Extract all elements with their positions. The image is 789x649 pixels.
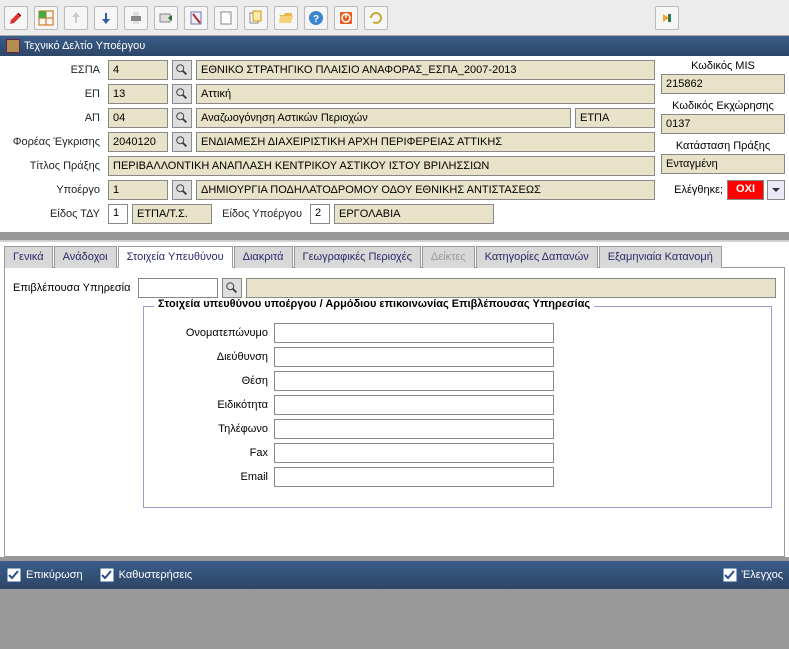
ypoergo-lookup[interactable] bbox=[172, 180, 192, 200]
pos-input[interactable] bbox=[274, 371, 554, 391]
name-input[interactable] bbox=[274, 323, 554, 343]
epivlepousa-desc bbox=[246, 278, 776, 298]
email-input[interactable] bbox=[274, 467, 554, 487]
ekx-value: 0137 bbox=[661, 114, 785, 134]
tab-geo[interactable]: Γεωγραφικές Περιοχές bbox=[294, 246, 421, 268]
addr-label: Διεύθυνση bbox=[154, 351, 274, 363]
mis-label: Κωδικός MIS bbox=[661, 60, 785, 72]
eidos-tdy-desc: ΕΤΠΑ/Τ.Σ. bbox=[132, 204, 212, 224]
power-icon[interactable] bbox=[334, 6, 358, 30]
tab-dapanes[interactable]: Κατηγορίες Δαπανών bbox=[476, 246, 598, 268]
check-button[interactable]: Έλεγχος bbox=[722, 567, 783, 583]
addr-input[interactable] bbox=[274, 347, 554, 367]
title-label: Τίτλος Πράξης bbox=[4, 160, 104, 172]
epivlepousa-code[interactable] bbox=[138, 278, 218, 298]
name-label: Ονοματεπώνυμο bbox=[154, 327, 274, 339]
ap-desc: Αναζωογόνηση Αστικών Περιοχών bbox=[196, 108, 571, 128]
responsible-fieldset: Στοιχεία υπευθύνου υποέργου / Αρμόδιου ε… bbox=[143, 306, 772, 508]
status-label: Κατάσταση Πράξης bbox=[661, 140, 785, 152]
note-icon[interactable] bbox=[184, 6, 208, 30]
eidos-yp-desc: ΕΡΓΟΛΑΒΙΑ bbox=[334, 204, 494, 224]
ap-label: ΑΠ bbox=[4, 112, 104, 124]
eidos-tdy-code[interactable]: 1 bbox=[108, 204, 128, 224]
tel-label: Τηλέφωνο bbox=[154, 423, 274, 435]
delays-button[interactable]: Καθυστερήσεις bbox=[99, 567, 193, 583]
email-label: Email bbox=[154, 471, 274, 483]
foreas-label: Φορέας Έγκρισης bbox=[4, 136, 104, 148]
ep-desc: Αττική bbox=[196, 84, 655, 104]
validate-label: Επικύρωση bbox=[26, 569, 83, 581]
window-title: Τεχνικό Δελτίο Υποέργου bbox=[24, 40, 145, 52]
epivlepousa-lookup[interactable] bbox=[222, 278, 242, 298]
tab-strip: Γενικά Ανάδοχοι Στοιχεία Υπευθύνου Διακρ… bbox=[0, 246, 789, 268]
help-icon[interactable]: ? bbox=[304, 6, 328, 30]
ap-fund: ΕΤΠΑ bbox=[575, 108, 655, 128]
ypoergo-label: Υποέργο bbox=[4, 184, 104, 196]
ypoergo-code: 1 bbox=[108, 180, 168, 200]
ap-code: 04 bbox=[108, 108, 168, 128]
espa-lookup[interactable] bbox=[172, 60, 192, 80]
download-icon[interactable] bbox=[94, 6, 118, 30]
eidos-yp-code[interactable]: 2 bbox=[310, 204, 330, 224]
validate-button[interactable]: Επικύρωση bbox=[6, 567, 83, 583]
fax-input[interactable] bbox=[274, 443, 554, 463]
window-title-bar: Τεχνικό Δελτίο Υποέργου bbox=[0, 36, 789, 56]
delays-label: Καθυστερήσεις bbox=[119, 569, 193, 581]
epivlepousa-label: Επιβλέπουσα Υπηρεσία bbox=[13, 282, 134, 294]
ep-code: 13 bbox=[108, 84, 168, 104]
tab-deiktes[interactable]: Δείκτες bbox=[422, 246, 475, 268]
espa-label: ΕΣΠΑ bbox=[4, 64, 104, 76]
checked-label: Ελέγθηκε; bbox=[674, 184, 723, 196]
foreas-desc: ΕΝΔΙΑΜΕΣΗ ΔΙΑΧΕΙΡΙΣΤΙΚΗ ΑΡΧΗ ΠΕΡΙΦΕΡΕΙΑΣ… bbox=[196, 132, 655, 152]
hint-icon[interactable] bbox=[655, 6, 679, 30]
ekx-label: Κωδικός Εκχώρησης bbox=[661, 100, 785, 112]
status-value: Ενταγμένη bbox=[661, 154, 785, 174]
tel-input[interactable] bbox=[274, 419, 554, 439]
tab-anadoxoi[interactable]: Ανάδοχοι bbox=[54, 246, 117, 268]
tab-examin[interactable]: Εξαμηνιαία Κατανομή bbox=[599, 246, 722, 268]
page-icon[interactable] bbox=[214, 6, 238, 30]
export-icon[interactable] bbox=[154, 6, 178, 30]
espa-code: 4 bbox=[108, 60, 168, 80]
tab-stoixeia[interactable]: Στοιχεία Υπευθύνου bbox=[118, 246, 233, 268]
folder-open-icon[interactable] bbox=[274, 6, 298, 30]
title-value: ΠΕΡΙΒΑΛΛΟΝΤΙΚΗ ΑΝΑΠΛΑΣΗ ΚΕΝΤΡΙΚΟΥ ΑΣΤΙΚΟ… bbox=[108, 156, 655, 176]
fieldset-title: Στοιχεία υπευθύνου υποέργου / Αρμόδιου ε… bbox=[154, 298, 594, 310]
spec-label: Ειδικότητα bbox=[154, 399, 274, 411]
tab-general[interactable]: Γενικά bbox=[4, 246, 53, 268]
page-copy-icon[interactable] bbox=[244, 6, 268, 30]
eidos-yp-label: Είδος Υποέργου bbox=[216, 208, 306, 220]
mis-value: 215862 bbox=[661, 74, 785, 94]
tab-panel-stoixeia: Επιβλέπουσα Υπηρεσία Στοιχεία υπευθύνου … bbox=[4, 267, 785, 557]
print-icon[interactable] bbox=[124, 6, 148, 30]
refresh-icon[interactable] bbox=[364, 6, 388, 30]
bottom-bar: Επικύρωση Καθυστερήσεις Έλεγχος bbox=[0, 561, 789, 589]
pencil-red-icon[interactable] bbox=[4, 6, 28, 30]
upload-icon[interactable] bbox=[64, 6, 88, 30]
check-label: Έλεγχος bbox=[742, 569, 783, 581]
checked-value: ΟΧΙ bbox=[727, 180, 764, 200]
main-toolbar: ? bbox=[0, 0, 789, 36]
spec-input[interactable] bbox=[274, 395, 554, 415]
svg-text:?: ? bbox=[313, 14, 319, 25]
grid-icon[interactable] bbox=[34, 6, 58, 30]
window-icon bbox=[6, 39, 20, 53]
tab-diakrita[interactable]: Διακριτά bbox=[234, 246, 293, 268]
foreas-code: 2040120 bbox=[108, 132, 168, 152]
ep-label: ΕΠ bbox=[4, 88, 104, 100]
pos-label: Θέση bbox=[154, 375, 274, 387]
espa-desc: ΕΘΝΙΚΟ ΣΤΡΑΤΗΓΙΚΟ ΠΛΑΙΣΙΟ ΑΝΑΦΟΡΑΣ_ΕΣΠΑ_… bbox=[196, 60, 655, 80]
foreas-lookup[interactable] bbox=[172, 132, 192, 152]
ypoergo-desc: ΔΗΜΙΟΥΡΓΙΑ ΠΟΔΗΛΑΤΟΔΡΟΜΟΥ ΟΔΟΥ ΕΘΝΙΚΗΣ Α… bbox=[196, 180, 655, 200]
checked-dropdown[interactable] bbox=[767, 180, 785, 200]
eidos-tdy-label: Είδος ΤΔΥ bbox=[4, 208, 104, 220]
ap-lookup[interactable] bbox=[172, 108, 192, 128]
ep-lookup[interactable] bbox=[172, 84, 192, 104]
fax-label: Fax bbox=[154, 447, 274, 459]
